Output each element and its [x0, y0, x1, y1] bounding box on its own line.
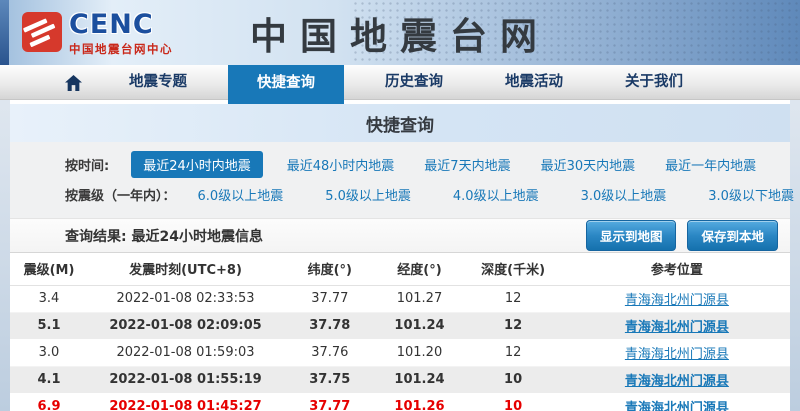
earthquake-table: 震级(M)发震时刻(UTC+8)纬度(°)经度(°)深度(千米)参考位置 3.4… — [10, 253, 790, 411]
content-panel: 快捷查询 按时间: 最近24小时内地震 最近48小时内地震 最近7天内地震 最近30天… — [10, 100, 790, 411]
magnitude-filter-label: 按震级（一年内）： — [65, 185, 176, 204]
main-nav: 地震专题快捷查询历史查询地震活动关于我们 — [0, 65, 800, 100]
cell-depth: 10 — [462, 366, 563, 393]
filter-section: 按时间: 最近24小时内地震 最近48小时内地震 最近7天内地震 最近30天内地震 最近… — [10, 142, 790, 218]
col-location: 参考位置 — [564, 253, 790, 285]
earthquake-row: 4.12022-01-08 01:55:1937.75101.2410 青海海北州… — [10, 366, 790, 393]
cell-longitude: 101.24 — [377, 312, 463, 339]
cell-location: 青海海北州门源县 — [564, 366, 790, 393]
location-link[interactable]: 青海海北州门源县 — [625, 320, 729, 335]
location-link[interactable]: 青海海北州门源县 — [625, 401, 729, 411]
cell-depth: 12 — [462, 312, 563, 339]
home-icon — [65, 75, 82, 91]
nav-item-history-query[interactable]: 历史查询 — [373, 65, 455, 104]
cell-location: 青海海北州门源县 — [564, 312, 790, 339]
col-latitude: 纬度(°) — [283, 253, 377, 285]
col-depth: 深度(千米) — [462, 253, 563, 285]
cell-latitude: 37.75 — [283, 366, 377, 393]
cell-magnitude: 4.1 — [10, 366, 88, 393]
magnitude-filter-option-4[interactable]: 3.0级以上地震 — [581, 185, 667, 204]
cell-magnitude: 5.1 — [10, 312, 88, 339]
cell-longitude: 101.27 — [377, 285, 463, 312]
result-summary: 查询结果: 最近24小时地震信息 — [65, 226, 263, 246]
cell-latitude: 37.77 — [283, 285, 377, 312]
site-title: 中国地震台网 — [250, 6, 550, 60]
cell-location: 青海海北州门源县 — [564, 393, 790, 411]
time-filter-row: 按时间: 最近24小时内地震 最近48小时内地震 最近7天内地震 最近30天内地震 最近… — [10, 149, 790, 179]
earthquake-row: 5.12022-01-08 02:09:0537.78101.2412 青海海北州… — [10, 312, 790, 339]
cell-time: 2022-01-08 01:45:27 — [88, 393, 283, 411]
magnitude-filter-row: 按震级（一年内）： 6.0级以上地震 5.0级以上地震 4.0级以上地震 3.0级以上… — [10, 179, 790, 209]
cell-magnitude: 3.0 — [10, 339, 88, 366]
cell-longitude: 101.26 — [377, 393, 463, 411]
time-filter-option-1[interactable]: 最近24小时内地震 — [131, 151, 263, 178]
save-to-local-button[interactable]: 保存到本地 — [687, 220, 778, 251]
time-filter-option-2[interactable]: 最近48小时内地震 — [287, 155, 395, 174]
magnitude-filter-option-1[interactable]: 6.0级以上地震 — [198, 185, 284, 204]
table-header-row: 震级(M)发震时刻(UTC+8)纬度(°)经度(°)深度(千米)参考位置 — [10, 253, 790, 285]
site-header: CENC 中国地震台网中心 中国地震台网 — [0, 0, 800, 65]
earthquake-row: 6.92022-01-08 01:45:2737.77101.2610 青海海北州… — [10, 393, 790, 411]
page-title-bar: 快捷查询 — [10, 104, 790, 142]
logo-subtitle: 中国地震台网中心 — [69, 41, 173, 57]
col-longitude: 经度(°) — [377, 253, 463, 285]
magnitude-filter-option-3[interactable]: 4.0级以上地震 — [453, 185, 539, 204]
cell-depth: 12 — [462, 339, 563, 366]
earthquake-row: 3.42022-01-08 02:33:5337.77101.2712 青海海北州… — [10, 285, 790, 312]
col-time: 发震时刻(UTC+8) — [88, 253, 283, 285]
cell-time: 2022-01-08 01:59:03 — [88, 339, 283, 366]
logo-acronym: CENC — [69, 11, 173, 38]
cell-depth: 12 — [462, 285, 563, 312]
cenc-logo[interactable]: CENC 中国地震台网中心 — [22, 11, 173, 57]
cell-latitude: 37.78 — [283, 312, 377, 339]
result-bar: 查询结果: 最近24小时地震信息 显示到地图保存到本地 — [10, 218, 790, 253]
col-magnitude: 震级(M) — [10, 253, 88, 285]
location-link[interactable]: 青海海北州门源县 — [625, 293, 729, 308]
cell-latitude: 37.76 — [283, 339, 377, 366]
location-link[interactable]: 青海海北州门源县 — [625, 374, 729, 389]
cell-location: 青海海北州门源县 — [564, 339, 790, 366]
earthquake-row: 3.02022-01-08 01:59:0337.76101.2012 青海海北州… — [10, 339, 790, 366]
cell-longitude: 101.20 — [377, 339, 463, 366]
cell-depth: 10 — [462, 393, 563, 411]
show-on-map-button[interactable]: 显示到地图 — [586, 220, 677, 251]
cell-magnitude: 6.9 — [10, 393, 88, 411]
time-filter-option-5[interactable]: 最近一年内地震 — [665, 155, 756, 174]
nav-item-about-us[interactable]: 关于我们 — [613, 65, 695, 104]
cell-magnitude: 3.4 — [10, 285, 88, 312]
cell-time: 2022-01-08 02:09:05 — [88, 312, 283, 339]
magnitude-filter-option-5[interactable]: 3.0级以下地震 — [708, 185, 794, 204]
cell-time: 2022-01-08 02:33:53 — [88, 285, 283, 312]
time-filter-option-3[interactable]: 最近7天内地震 — [424, 155, 510, 174]
time-filter-option-4[interactable]: 最近30天内地震 — [541, 155, 636, 174]
header-left-strip — [0, 0, 9, 65]
location-link[interactable]: 青海海北州门源县 — [625, 347, 729, 362]
cell-longitude: 101.24 — [377, 366, 463, 393]
page-title: 快捷查询 — [366, 111, 434, 136]
nav-item-quick-query[interactable]: 快捷查询 — [228, 65, 344, 104]
nav-item-topics[interactable]: 地震专题 — [117, 65, 199, 104]
cell-location: 青海海北州门源县 — [564, 285, 790, 312]
nav-item-seismic-activity[interactable]: 地震活动 — [493, 65, 575, 104]
magnitude-filter-option-2[interactable]: 5.0级以上地震 — [325, 185, 411, 204]
home-button[interactable] — [48, 65, 98, 100]
time-filter-label: 按时间: — [65, 155, 109, 174]
cell-time: 2022-01-08 01:55:19 — [88, 366, 283, 393]
cell-latitude: 37.77 — [283, 393, 377, 411]
cenc-logo-icon — [22, 11, 62, 53]
logo-text: CENC 中国地震台网中心 — [69, 11, 173, 57]
